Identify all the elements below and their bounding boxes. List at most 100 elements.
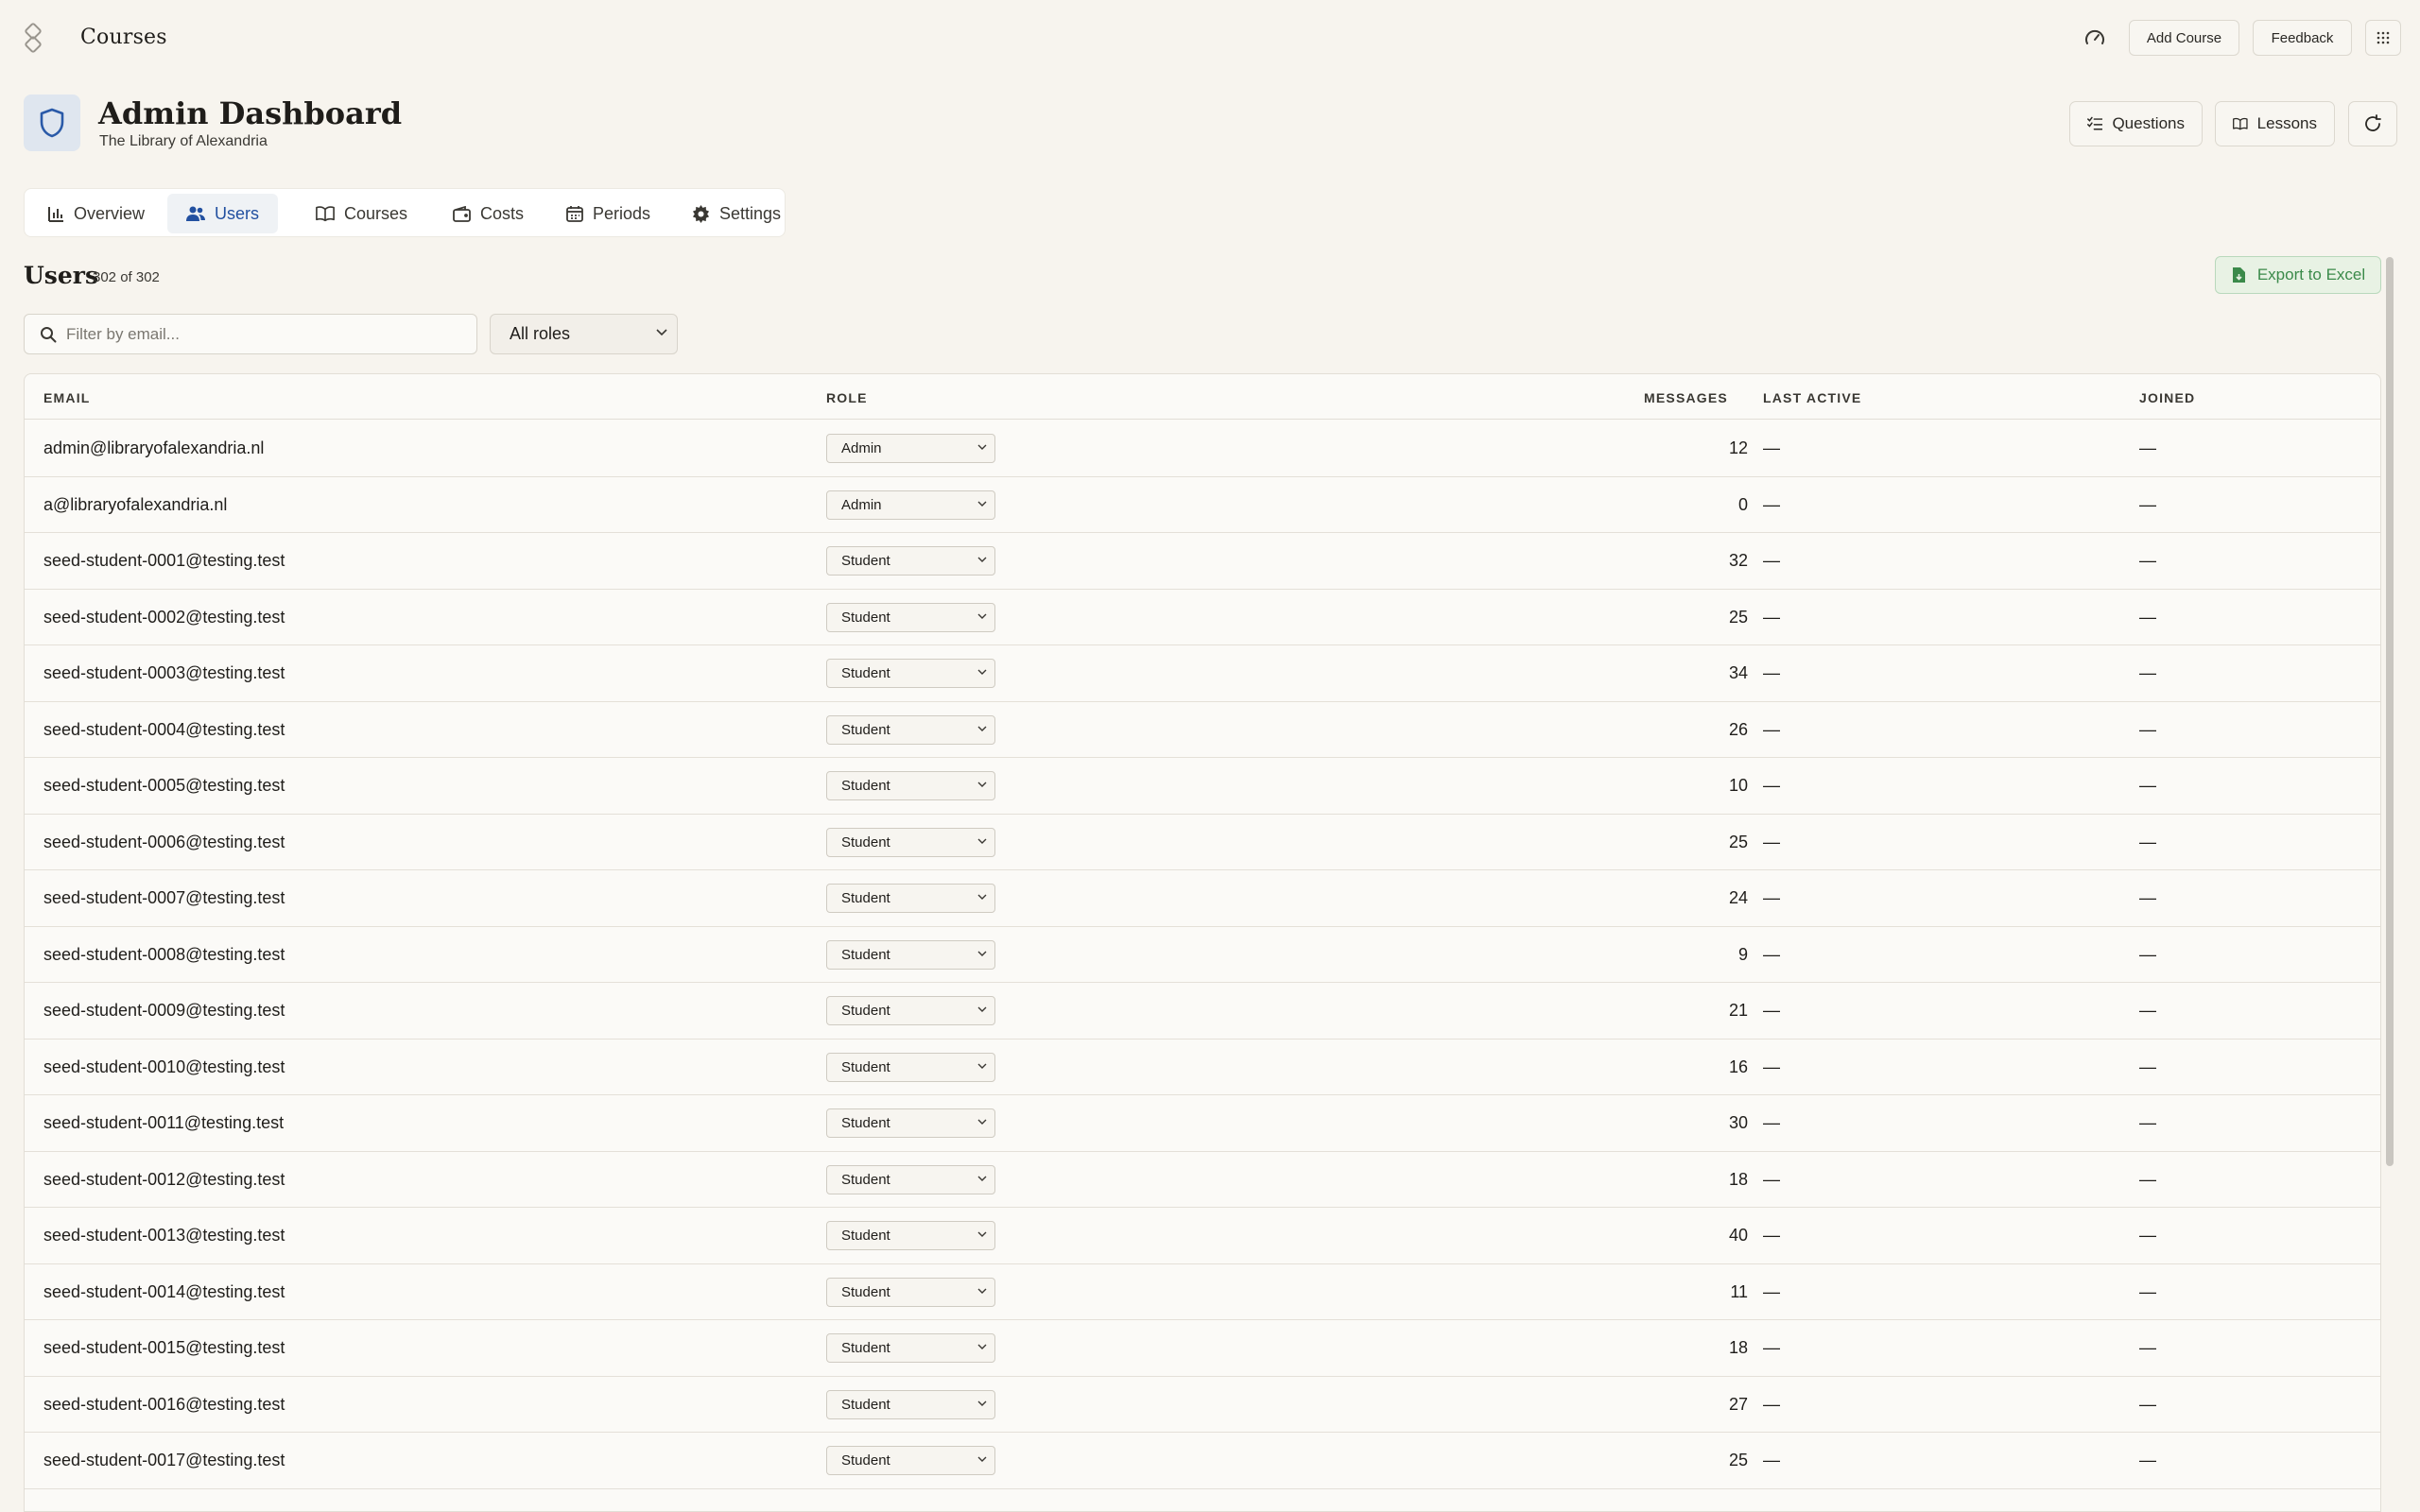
role-value: Student xyxy=(841,1283,890,1300)
role-select[interactable]: Admin xyxy=(826,490,995,520)
search-field[interactable] xyxy=(24,314,477,354)
tab-label: Costs xyxy=(480,203,525,223)
role-select[interactable]: Student xyxy=(826,659,995,688)
role-select[interactable]: Student xyxy=(826,827,995,857)
tab-courses[interactable]: Courses xyxy=(297,194,426,233)
joined-cell: — xyxy=(2139,1001,2156,1020)
role-select[interactable]: Student xyxy=(826,1277,995,1307)
scrollbar[interactable] xyxy=(2386,257,2394,1166)
refresh-button[interactable] xyxy=(2348,101,2397,146)
chevron-down-icon xyxy=(977,1006,987,1012)
role-select[interactable]: Student xyxy=(826,546,995,576)
calendar-icon xyxy=(566,206,583,222)
apps-grid-button[interactable] xyxy=(2365,20,2401,56)
role-value: Student xyxy=(841,1115,890,1131)
app-logo-icon[interactable] xyxy=(18,23,48,53)
page-subtitle: The Library of Alexandria xyxy=(99,133,268,149)
role-filter-select[interactable]: All roles xyxy=(490,314,678,354)
app-title[interactable]: Courses xyxy=(80,26,167,49)
column-header-joined[interactable]: JOINED xyxy=(2139,390,2195,405)
column-header-last-active[interactable]: LAST ACTIVE xyxy=(1763,390,1861,405)
chevron-down-icon xyxy=(977,1231,987,1237)
role-select[interactable]: Student xyxy=(826,884,995,913)
email-cell: admin@libraryofalexandria.nl xyxy=(43,438,265,457)
joined-cell: — xyxy=(2139,607,2156,627)
role-value: Student xyxy=(841,721,890,738)
role-value: Student xyxy=(841,1058,890,1075)
role-select[interactable]: Student xyxy=(826,1333,995,1363)
messages-cell: 9 xyxy=(1737,944,1748,964)
chevron-down-icon xyxy=(977,782,987,787)
role-select[interactable]: Student xyxy=(826,1108,995,1138)
last-active-cell: — xyxy=(1763,1113,1780,1132)
last-active-cell: — xyxy=(1763,663,1780,682)
role-value: Student xyxy=(841,890,890,906)
bar-chart-icon xyxy=(48,207,63,222)
top-bar: Courses Add Course Feedback xyxy=(0,0,2420,76)
messages-cell: 34 xyxy=(1728,663,1748,682)
last-active-cell: — xyxy=(1763,1394,1780,1414)
messages-cell: 21 xyxy=(1728,1001,1748,1020)
joined-cell: — xyxy=(2139,1169,2156,1189)
section-title: Users xyxy=(24,262,99,289)
page-title: Admin Dashboard xyxy=(98,95,403,131)
chevron-down-icon xyxy=(977,1176,987,1181)
role-select[interactable]: Student xyxy=(826,1446,995,1475)
tab-users[interactable]: Users xyxy=(167,194,279,233)
role-select[interactable]: Student xyxy=(826,1389,995,1419)
gauge-icon[interactable] xyxy=(2083,27,2106,50)
joined-cell: — xyxy=(2139,719,2156,739)
chevron-down-icon xyxy=(977,838,987,844)
last-active-cell: — xyxy=(1763,944,1780,964)
feedback-button[interactable]: Feedback xyxy=(2253,20,2352,56)
email-cell: seed-student-0001@testing.test xyxy=(43,551,285,570)
email-filter-input[interactable] xyxy=(66,315,463,353)
role-value: Student xyxy=(841,1396,890,1413)
column-header-messages[interactable]: MESSAGES xyxy=(1644,390,1728,405)
lessons-button[interactable]: Lessons xyxy=(2215,101,2335,146)
tab-costs[interactable]: Costs xyxy=(434,194,543,233)
role-select[interactable]: Student xyxy=(826,771,995,800)
table-row: seed-student-0010@testing.test Student 16 —… xyxy=(25,1040,2380,1095)
last-active-cell: — xyxy=(1763,832,1780,851)
role-select[interactable]: Student xyxy=(826,939,995,970)
wallet-icon xyxy=(453,205,471,222)
chevron-down-icon xyxy=(977,1288,987,1294)
questions-button[interactable]: Questions xyxy=(2069,101,2203,146)
role-select[interactable]: Student xyxy=(826,602,995,632)
role-select[interactable]: Student xyxy=(826,1052,995,1082)
role-select[interactable]: Admin xyxy=(826,434,995,463)
checklist-icon xyxy=(2087,116,2103,130)
messages-cell: 16 xyxy=(1728,1057,1748,1076)
joined-cell: — xyxy=(2139,1113,2156,1132)
add-course-button[interactable]: Add Course xyxy=(2129,20,2239,56)
messages-cell: 0 xyxy=(1737,494,1748,514)
last-active-cell: — xyxy=(1763,719,1780,739)
role-select[interactable]: Student xyxy=(826,996,995,1025)
tab-settings[interactable]: Settings xyxy=(673,194,800,233)
table-row: seed-student-0005@testing.test Student 10 —… xyxy=(25,758,2380,815)
last-active-cell: — xyxy=(1763,776,1780,795)
export-to-excel-button[interactable]: Export to Excel xyxy=(2215,256,2381,294)
table-row: a@libraryofalexandria.nl Admin 0 — — xyxy=(25,477,2380,533)
column-header-role[interactable]: ROLE xyxy=(826,390,868,405)
role-value: Student xyxy=(841,1340,890,1356)
role-select[interactable]: Student xyxy=(826,1221,995,1250)
tab-bar: Overview Users Courses Costs Periods Set… xyxy=(24,188,786,237)
last-active-cell: — xyxy=(1763,1281,1780,1301)
joined-cell: — xyxy=(2139,832,2156,851)
tab-periods[interactable]: Periods xyxy=(547,194,669,233)
chevron-down-icon xyxy=(977,894,987,900)
questions-label: Questions xyxy=(2112,114,2185,132)
book-open-icon xyxy=(2233,117,2248,130)
chevron-down-icon xyxy=(977,726,987,731)
column-header-email[interactable]: EMAIL xyxy=(43,390,91,405)
joined-cell: — xyxy=(2139,944,2156,964)
tab-overview[interactable]: Overview xyxy=(28,194,164,233)
table-row: seed-student-0015@testing.test Student 18 —… xyxy=(25,1320,2380,1377)
email-cell: seed-student-0005@testing.test xyxy=(43,776,285,795)
table-row: seed-student-0008@testing.test Student 9 — — xyxy=(25,927,2380,983)
role-select[interactable]: Student xyxy=(826,1164,995,1194)
role-select[interactable]: Student xyxy=(826,714,995,745)
last-active-cell: — xyxy=(1763,1338,1780,1357)
